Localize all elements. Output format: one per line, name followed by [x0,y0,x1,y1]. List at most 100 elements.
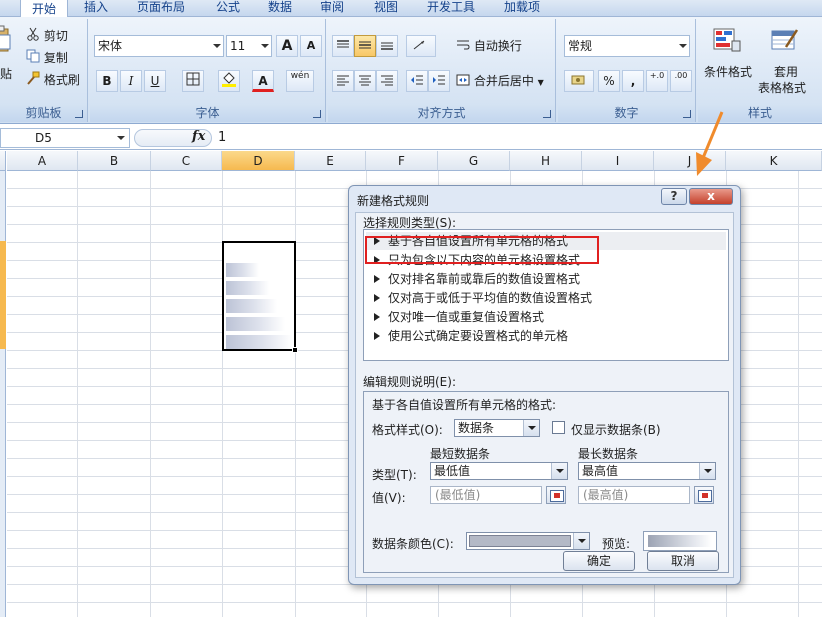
format-painter-button[interactable]: 格式刷 [26,69,80,91]
align-middle-button[interactable] [354,35,376,57]
align-right-button[interactable] [376,70,398,92]
font-name-combo[interactable]: 宋体 [94,35,224,57]
edit-rule-label: 编辑规则说明(E): [363,375,456,389]
merge-center-button[interactable]: 合并后居中 ▼ [456,70,544,92]
tab-page-layout[interactable]: 页面布局 [128,0,194,17]
underline-button[interactable]: U [144,70,166,92]
copy-button[interactable]: 复制 [26,47,68,69]
align-top-icon [336,37,350,57]
tab-view[interactable]: 视图 [362,0,410,17]
clipboard-launcher-icon[interactable] [75,110,83,118]
tab-review[interactable]: 审阅 [308,0,356,17]
number-launcher-icon[interactable] [683,110,691,118]
bold-button[interactable]: B [96,70,118,92]
alignment-launcher-icon[interactable] [543,110,551,118]
ok-button[interactable]: 确定 [563,551,635,571]
fill-handle[interactable] [292,347,298,353]
increase-decimal-button[interactable]: +.0 [646,70,668,92]
scissors-icon [26,26,40,48]
font-color-button[interactable]: A [252,70,274,92]
percent-button[interactable]: % [598,70,620,92]
comma-button[interactable]: , [622,70,644,92]
wrap-text-button[interactable]: 自动换行 [456,35,522,57]
align-left-button[interactable] [332,70,354,92]
decrease-decimal-button[interactable]: .00 [670,70,692,92]
cut-button[interactable]: 剪切 [26,25,68,47]
data-bar-4 [226,317,285,331]
column-header-i[interactable]: I [582,151,654,171]
rule-type-text: 仅对唯一值或重复值设置格式 [388,310,545,324]
column-header-g[interactable]: G [438,151,510,171]
row-headers[interactable] [0,171,6,617]
name-box-value: D5 [35,131,52,145]
tab-developer[interactable]: 开发工具 [418,0,484,17]
phonetic-button[interactable]: wén [286,70,314,92]
conditional-format-button[interactable]: 条件格式 [704,61,752,83]
tab-data[interactable]: 数据 [256,0,304,17]
select-all-corner[interactable] [0,151,6,171]
data-bar-3 [226,299,277,313]
align-middle-icon [358,37,372,57]
align-center-button[interactable] [354,70,376,92]
accounting-format-button[interactable] [564,70,594,92]
merge-center-label: 合并后居中 [473,74,534,88]
tab-home[interactable]: 开始 [20,0,68,18]
table-format-button[interactable]: 表格格式 [758,77,806,99]
formula-input[interactable]: 1 [218,130,226,145]
column-header-e[interactable]: E [295,151,366,171]
grow-font-button[interactable]: A [276,35,298,57]
min-value-input[interactable]: (最低值) [430,486,542,504]
column-header-c[interactable]: C [151,151,222,171]
list-item[interactable]: 仅对唯一值或重复值设置格式 [366,308,726,326]
decrease-indent-icon [410,72,424,92]
font-launcher-icon[interactable] [313,110,321,118]
column-header-b[interactable]: B [78,151,151,171]
tab-insert[interactable]: 插入 [72,0,120,17]
tab-formulas[interactable]: 公式 [204,0,252,17]
range-picker-icon[interactable] [546,486,566,504]
font-size-combo[interactable]: 11 [226,35,272,57]
italic-button[interactable]: I [120,70,142,92]
cancel-button[interactable]: 取消 [647,551,719,571]
fx-icon[interactable]: fx [192,129,205,144]
column-header-h[interactable]: H [510,151,582,171]
column-header-j[interactable]: J [654,151,726,171]
column-header-d[interactable]: D [222,151,295,171]
format-style-select[interactable]: 数据条 [454,419,540,437]
bar-color-label: 数据条颜色(C): [372,537,454,551]
max-type-select[interactable]: 最高值 [578,462,716,480]
number-format-combo[interactable]: 常规 [564,35,690,57]
orientation-button[interactable] [406,35,436,57]
list-item[interactable]: 仅对高于或低于平均值的数值设置格式 [366,289,726,307]
selected-range[interactable] [222,241,298,353]
list-item[interactable]: 使用公式确定要设置格式的单元格 [366,327,726,345]
chevron-down-icon [551,463,567,479]
close-button[interactable]: x [689,188,733,205]
paste-button[interactable]: 贴 [0,63,12,85]
align-top-button[interactable] [332,35,354,57]
help-button[interactable]: ? [661,188,687,205]
tab-addins[interactable]: 加载项 [494,0,550,17]
decrease-indent-button[interactable] [406,70,428,92]
bar-color-select[interactable] [466,532,590,550]
fill-color-button[interactable] [218,70,240,92]
range-picker-icon[interactable] [694,486,714,504]
data-bar-2 [226,281,269,295]
column-header-k[interactable]: K [726,151,822,171]
list-item[interactable]: 仅对排名靠前或靠后的数值设置格式 [366,270,726,288]
chevron-down-icon [117,136,125,140]
data-bar-5 [226,335,292,349]
min-type-select[interactable]: 最低值 [430,462,568,480]
name-box[interactable]: D5 [0,128,130,148]
cut-label: 剪切 [43,29,68,43]
borders-button[interactable] [182,70,204,92]
show-bar-only-checkbox[interactable] [552,421,565,434]
column-header-f[interactable]: F [366,151,438,171]
copy-icon [26,48,40,70]
shrink-font-button[interactable]: A [300,35,322,57]
increase-indent-button[interactable] [428,70,450,92]
currency-icon [571,72,587,92]
max-value-input[interactable]: (最高值) [578,486,690,504]
column-header-a[interactable]: A [7,151,78,171]
align-bottom-button[interactable] [376,35,398,57]
